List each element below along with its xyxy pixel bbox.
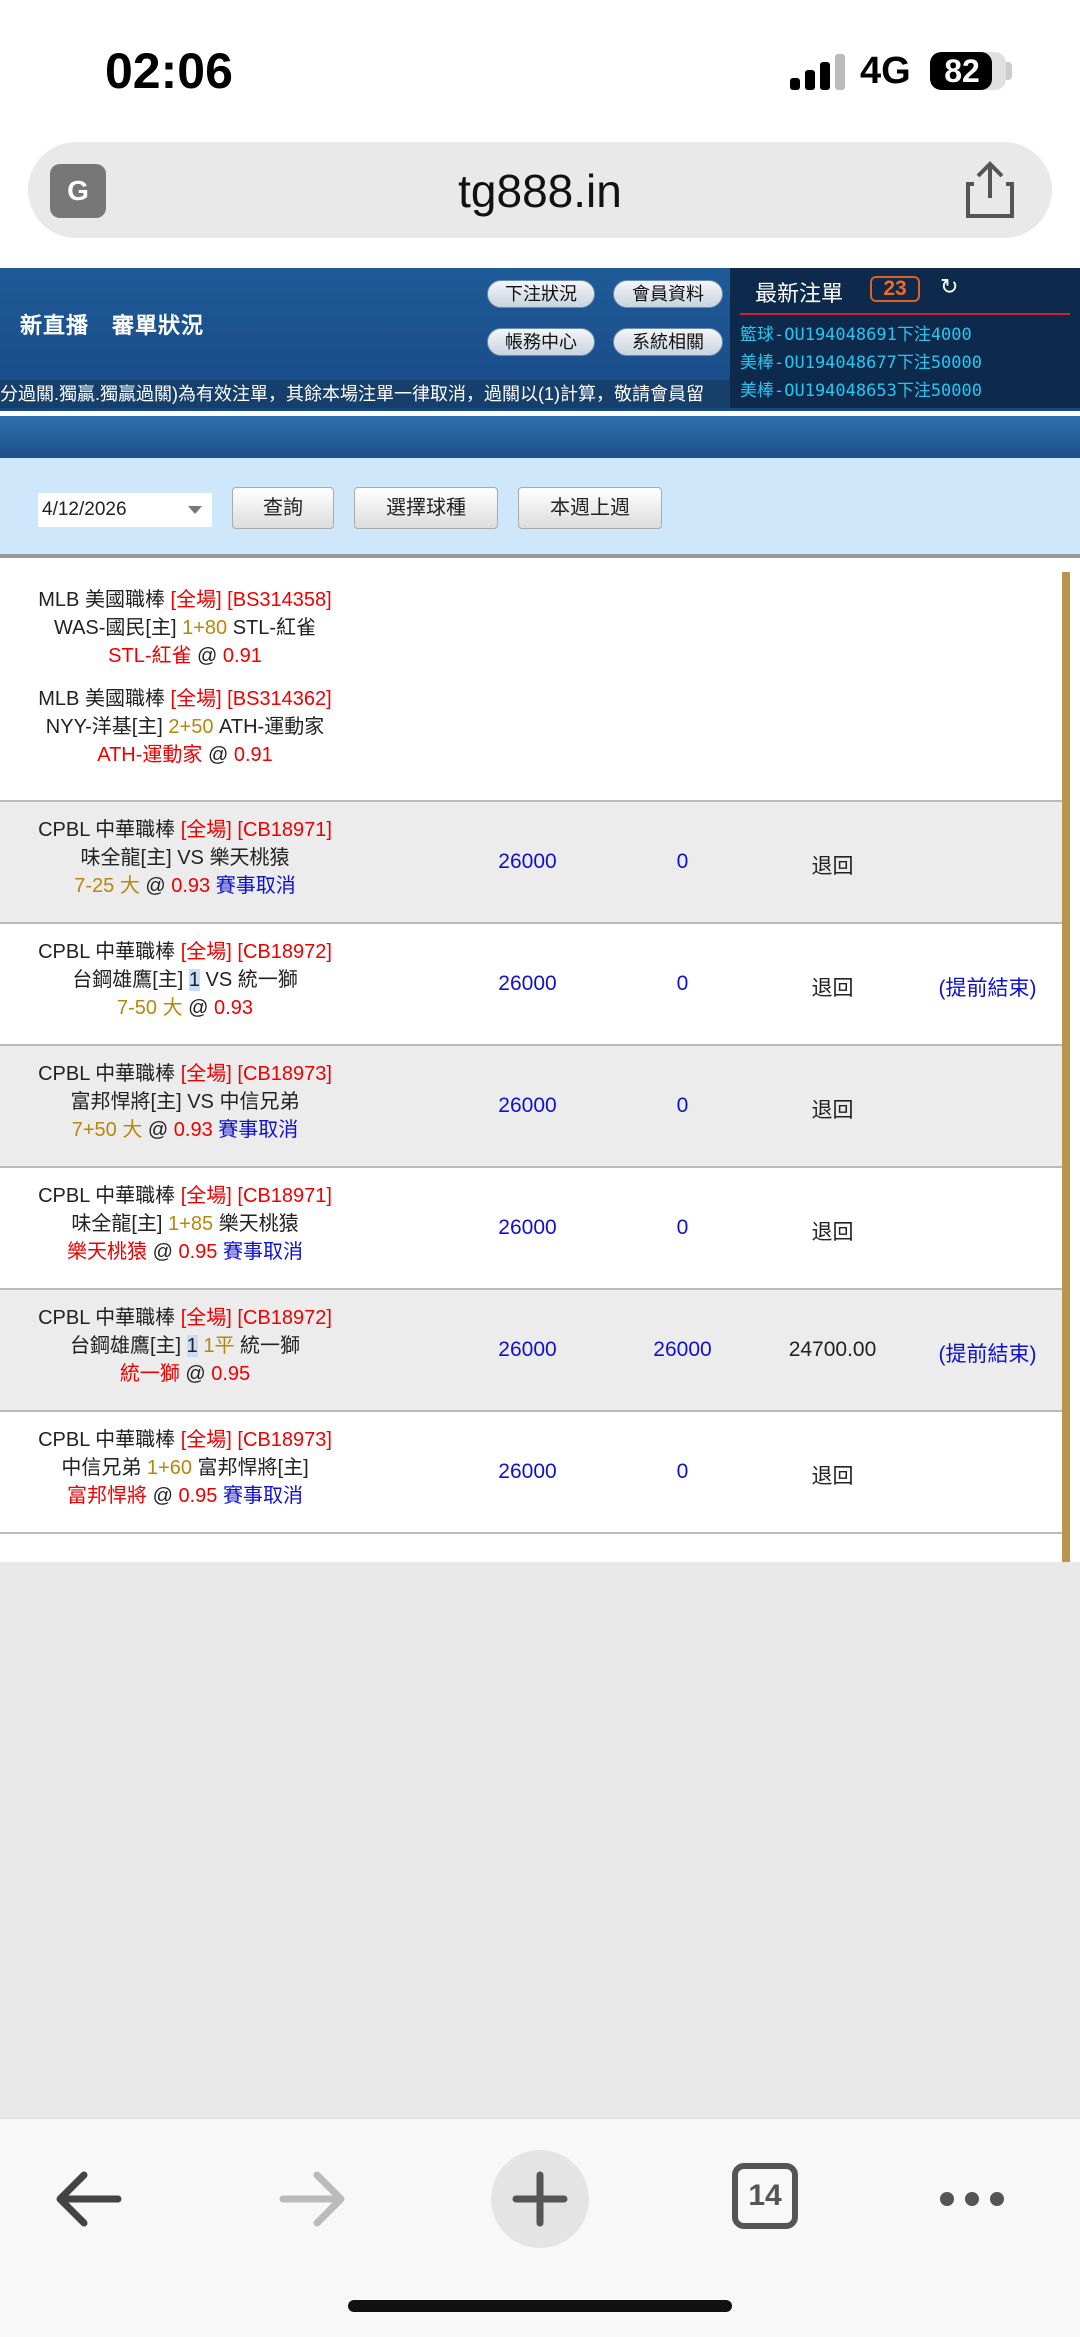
valid-amount: 0 xyxy=(676,850,689,873)
result-status: 退回 xyxy=(811,855,854,878)
early-end-link[interactable]: (提前結束) xyxy=(920,972,1055,1002)
signal-icon xyxy=(790,52,846,90)
table-row: CPBL 中華職棒 [全場] [CB18973] 中信兄弟 1+60 富邦悍將[主… xyxy=(0,1412,1062,1534)
table-row: CPBL 中華職棒 [全場] [CB18973] 富邦悍將[主] VS 中信兄弟 7… xyxy=(0,1046,1062,1168)
parlay-row: MLB 美國職棒 [全場] [BS314358] WAS-國民[主] 1+80 … xyxy=(0,572,1062,802)
bet-detail: CPBL 中華職棒 [全場] [CB18972] 台鋼雄鷹[主] 1 1平 統一獅… xyxy=(38,1307,332,1385)
valid-amount: 0 xyxy=(676,1216,689,1239)
newest-bet-line[interactable]: 籃球-OU194048691下注4000 xyxy=(740,320,1070,345)
tabs-button[interactable]: 14 xyxy=(730,2149,800,2229)
scroll-accent xyxy=(1062,572,1070,1562)
result-status: 24700.00 xyxy=(788,1338,877,1361)
result-status: 退回 xyxy=(811,1099,854,1122)
bet-detail: CPBL 中華職棒 [全場] [CB18973] 富邦悍將[主] VS 中信兄弟 7… xyxy=(38,1063,332,1141)
address-bar[interactable]: G tg888.in xyxy=(28,142,1052,238)
valid-amount: 0 xyxy=(676,1094,689,1117)
chevron-down-icon xyxy=(188,506,202,514)
query-button[interactable]: 查詢 xyxy=(232,487,334,529)
marquee-notice: 分過關.獨贏.獨贏過關)為有效注單，其餘本場注單一律取消，過關以(1)計算，敬請… xyxy=(0,380,730,408)
valid-amount: 26000 xyxy=(653,1338,712,1361)
table-row: CPBL 中華職棒 [全場] [CB18971] 味全龍[主] 1+85 樂天桃猿… xyxy=(0,1168,1062,1290)
stake-amount: 26000 xyxy=(498,1094,557,1117)
back-arrow-icon[interactable] xyxy=(38,2149,138,2249)
bet-status-button[interactable]: 下注狀況 xyxy=(487,280,595,308)
valid-amount: 0 xyxy=(676,1460,689,1483)
bet-detail: CPBL 中華職棒 [全場] [CB18972] 台鋼雄鷹[主] 1 VS 統一獅… xyxy=(38,941,332,1019)
valid-amount: 0 xyxy=(676,972,689,995)
header-band xyxy=(0,416,1080,458)
parlay-leg: MLB 美國職棒 [全場] [BS314362] NYY-洋基[主] 2+50 … xyxy=(38,688,332,766)
url-text[interactable]: tg888.in xyxy=(28,164,1052,218)
table-row: CPBL 中華職棒 [全場] [CB18972] 台鋼雄鷹[主] 1 1平 統一獅… xyxy=(0,1290,1062,1412)
stake-amount: 26000 xyxy=(498,1216,557,1239)
stake-amount: 26000 xyxy=(498,1338,557,1361)
newest-bets-title: 最新注單 xyxy=(755,281,844,306)
stake-amount: 26000 xyxy=(498,1460,557,1483)
date-value: 4/12/2026 xyxy=(42,499,127,520)
bet-detail: CPBL 中華職棒 [全場] [CB18973] 中信兄弟 1+60 富邦悍將[主… xyxy=(38,1429,332,1507)
result-status: 退回 xyxy=(811,1465,854,1488)
parlay-leg: MLB 美國職棒 [全場] [BS314358] WAS-國民[主] 1+80 … xyxy=(38,589,332,667)
divider xyxy=(740,313,1070,315)
new-tab-plus-icon[interactable] xyxy=(490,2149,590,2249)
stake-amount: 26000 xyxy=(498,850,557,873)
home-indicator xyxy=(348,2300,732,2312)
member-info-button[interactable]: 會員資料 xyxy=(613,280,723,308)
share-icon[interactable] xyxy=(964,160,1016,220)
forward-arrow-icon[interactable] xyxy=(263,2149,363,2249)
newest-bets-panel: 最新注單 23 ↻ 籃球-OU194048691下注4000 美棒-OU1940… xyxy=(730,268,1080,408)
system-button[interactable]: 系統相關 xyxy=(613,328,723,356)
result-status: 退回 xyxy=(811,1221,854,1244)
battery-tip xyxy=(1006,62,1012,80)
newest-bets-count: 23 xyxy=(870,276,920,302)
status-bar: 02:06 4G 82 xyxy=(0,0,1080,140)
account-center-button[interactable]: 帳務中心 xyxy=(487,328,595,356)
network-type: 4G xyxy=(860,50,911,92)
table-row: CPBL 中華職棒 [全場] [CB18972] 台鋼雄鷹[主] 1 VS 統一獅… xyxy=(0,924,1062,1046)
early-end-link[interactable]: (提前結束) xyxy=(920,1338,1055,1368)
stake-amount: 26000 xyxy=(498,972,557,995)
more-icon[interactable] xyxy=(922,2149,1022,2249)
battery-icon: 82 xyxy=(930,52,1006,90)
date-select[interactable]: 4/12/2026 xyxy=(38,493,212,527)
battery-percent: 82 xyxy=(944,53,980,89)
empty-area xyxy=(0,1562,1080,2118)
refresh-icon[interactable]: ↻ xyxy=(940,274,958,300)
week-toggle-button[interactable]: 本週上週 xyxy=(518,487,662,529)
bet-detail: CPBL 中華職棒 [全場] [CB18971] 味全龍[主] VS 樂天桃猿 7-… xyxy=(38,819,332,897)
tabs-count: 14 xyxy=(732,2163,798,2229)
nav-live-review[interactable]: 新直播 審單狀況 xyxy=(20,308,204,340)
filter-bar: 4/12/2026 查詢 選擇球種 本週上週 xyxy=(0,458,1080,558)
newest-bet-line[interactable]: 美棒-OU194048677下注50000 xyxy=(740,348,1070,373)
newest-bet-line[interactable]: 美棒-OU194048653下注50000 xyxy=(740,376,1070,401)
result-status: 退回 xyxy=(811,977,854,1000)
bet-detail: CPBL 中華職棒 [全場] [CB18971] 味全龍[主] 1+85 樂天桃猿… xyxy=(38,1185,332,1263)
bet-list: MLB 美國職棒 [全場] [BS314358] WAS-國民[主] 1+80 … xyxy=(0,572,1062,1562)
clock: 02:06 xyxy=(105,43,233,99)
choose-sport-button[interactable]: 選擇球種 xyxy=(354,487,498,529)
table-row: CPBL 中華職棒 [全場] [CB18971] 味全龍[主] VS 樂天桃猿 7-… xyxy=(0,802,1062,924)
